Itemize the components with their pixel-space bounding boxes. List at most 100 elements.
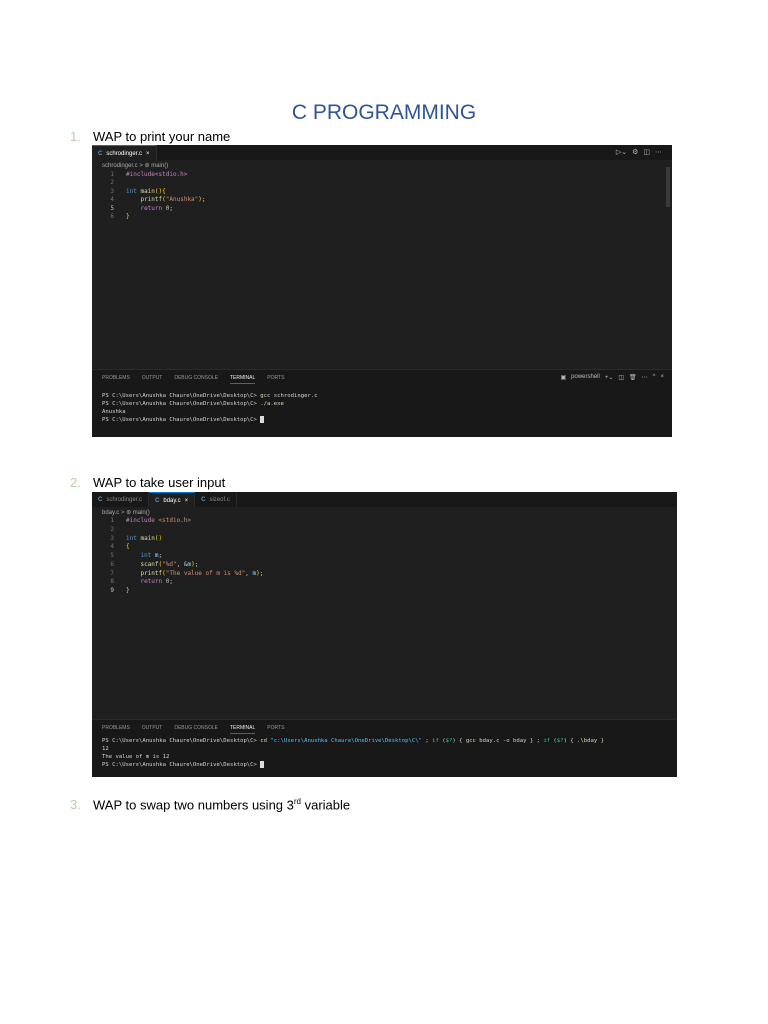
terminal-label[interactable]: powershell [571,374,600,381]
code-token: printf [140,196,163,204]
panel-tab-problems[interactable]: PROBLEMS [102,375,130,384]
terminal-cursor [260,416,265,423]
more-icon[interactable]: ⋯ [642,374,648,381]
code-line: 4{ [92,543,263,552]
panel-tab-terminal[interactable]: TERMINAL [229,375,256,384]
terminal-line: PS C:\Users\Anushka Chaure\OneDrive\Desk… [102,737,604,745]
terminal-panel: PROBLEMS OUTPUT DEBUG CONSOLE TERMINAL PORTS… [92,369,672,437]
chevron-up-icon[interactable]: ^ [653,374,656,381]
terminal-actions: ▣ powershell +⌄ ◫ 🗑 ⋯ ^ × [560,374,664,381]
terminal-cursor [260,761,265,768]
panel-tab-ports[interactable]: PORTS [267,375,284,384]
code-token: ; [169,204,173,212]
code-line: 6 scanf("%d", &m); [92,561,263,570]
tab-label: schrodinger.c [106,496,143,503]
tab-label: bday.c [163,497,181,504]
close-icon[interactable]: × [185,498,189,504]
panel-tab-debug-console[interactable]: DEBUG CONSOLE [174,375,218,384]
code-line: 9} [92,587,263,596]
code-token: } [126,587,130,594]
terminal-token: PS C:\Users\Anushka Chaure\OneDrive\Desk… [102,401,261,407]
terminal-line: PS C:\Users\Anushka Chaure\OneDrive\Desk… [102,761,604,769]
list-item-1: 1. WAP to print your name [70,129,230,144]
terminal-line: PS C:\Users\Anushka Chaure\OneDrive\Desk… [102,392,318,400]
terminal-output[interactable]: PS C:\Users\Anushka Chaure\OneDrive\Desk… [102,392,318,424]
line-number: 3 [110,534,114,542]
close-icon[interactable]: × [146,151,150,157]
editor-tab[interactable]: Cschrodinger.c × [92,145,157,161]
screenshot-bday: Cschrodinger.c Cbday.c × Csizeof.c bday.c >… [92,492,677,777]
panel-tab-output[interactable]: OUTPUT [142,725,163,734]
terminal-token: ( [550,738,557,744]
split-editor-icon[interactable]: ◫ [643,148,650,156]
code-line: 2 [92,179,206,187]
code-line: 4 printf("Anushka"); [92,196,205,204]
list-item-3: 3. WAP to swap two numbers using 3rd vari… [70,797,350,812]
code-token: return [140,204,166,212]
code-token: return [140,578,166,586]
list-item-2: 2. WAP to take user input [70,475,225,490]
line-number: 4 [110,196,114,204]
code-token: () [154,534,163,542]
superscript: rd [293,797,301,806]
terminal-token: PS C:\Users\Anushka Chaure\OneDrive\Desk… [102,738,261,744]
gear-icon[interactable]: ⚙ [632,148,638,156]
terminal-line: The value of m is 12 [102,753,604,761]
terminal-token: gcc [260,393,271,399]
panel-tab-debug-console[interactable]: DEBUG CONSOLE [174,725,218,734]
panel-tabs: PROBLEMS OUTPUT DEBUG CONSOLE TERMINAL PORTS [102,725,284,734]
split-icon[interactable]: ◫ [618,374,624,381]
add-icon[interactable]: +⌄ [605,374,614,381]
editor-tab[interactable]: Csizeof.c [195,492,237,507]
terminal-token: The value of m is 12 [102,754,170,760]
terminal-token: ) { [563,738,578,744]
item-text: WAP to swap two numbers using 3 [93,797,294,813]
code-token: printf [140,569,163,577]
editor-tab[interactable]: Cbday.c × [149,492,196,508]
run-icon[interactable]: ▷⌄ [616,148,627,156]
terminal-token: -o [502,738,510,744]
terminal-token: if [432,738,439,744]
breadcrumb: schrodinger.c > ⊛ main() [102,163,169,169]
panel-tab-output[interactable]: OUTPUT [142,375,163,384]
line-number: 1 [110,517,114,524]
code-token: ; [194,560,199,568]
scrollbar[interactable] [666,167,670,207]
code-token: "The value of m is %d" [165,569,246,577]
terminal-token: ) { [452,738,466,744]
terminal-icon: ▣ [560,375,567,381]
editor-actions: ▷⌄ ⚙ ◫ ⋯ [616,148,662,156]
code-token: <stdio.h> [158,517,192,524]
terminal-token: ./a.exe [260,401,284,407]
panel-tab-ports[interactable]: PORTS [267,725,284,734]
trash-icon[interactable]: 🗑 [629,374,637,381]
code-token: main [140,534,155,542]
code-token: int [140,552,155,559]
terminal-token: bday } ; [509,738,544,744]
code-token: main [140,187,155,195]
item-number: 1. [70,129,81,144]
code-line: 5 return 0; [92,205,206,213]
editor-tab[interactable]: Cschrodinger.c [92,492,150,507]
terminal-output[interactable]: PS C:\Users\Anushka Chaure\OneDrive\Desk… [102,737,604,769]
code-token: "Anushka" [165,196,199,204]
code-editor[interactable]: 1 #include<stdio.h> 2 3 int main(){4 printf… [92,171,206,221]
code-line: 8 return 0; [92,578,263,587]
code-token: , & [176,560,188,568]
panel-tab-terminal[interactable]: TERMINAL [229,725,256,734]
line-number: 5 [110,204,114,212]
more-icon[interactable]: ⋯ [655,148,662,156]
close-icon[interactable]: × [660,374,664,381]
editor-tabs: Cschrodinger.c × [92,145,672,161]
terminal-panel: PROBLEMS OUTPUT DEBUG CONSOLE TERMINAL PORTS… [92,719,677,777]
code-line: 5 int m; [92,552,263,561]
terminal-token: ( [438,738,446,744]
line-number: 9 [110,587,114,594]
panel-tab-problems[interactable]: PROBLEMS [102,725,130,734]
code-editor[interactable]: 1 #include <stdio.h> 2 3 int main() 4{5 int … [92,517,263,596]
code-token: #include [126,517,159,524]
